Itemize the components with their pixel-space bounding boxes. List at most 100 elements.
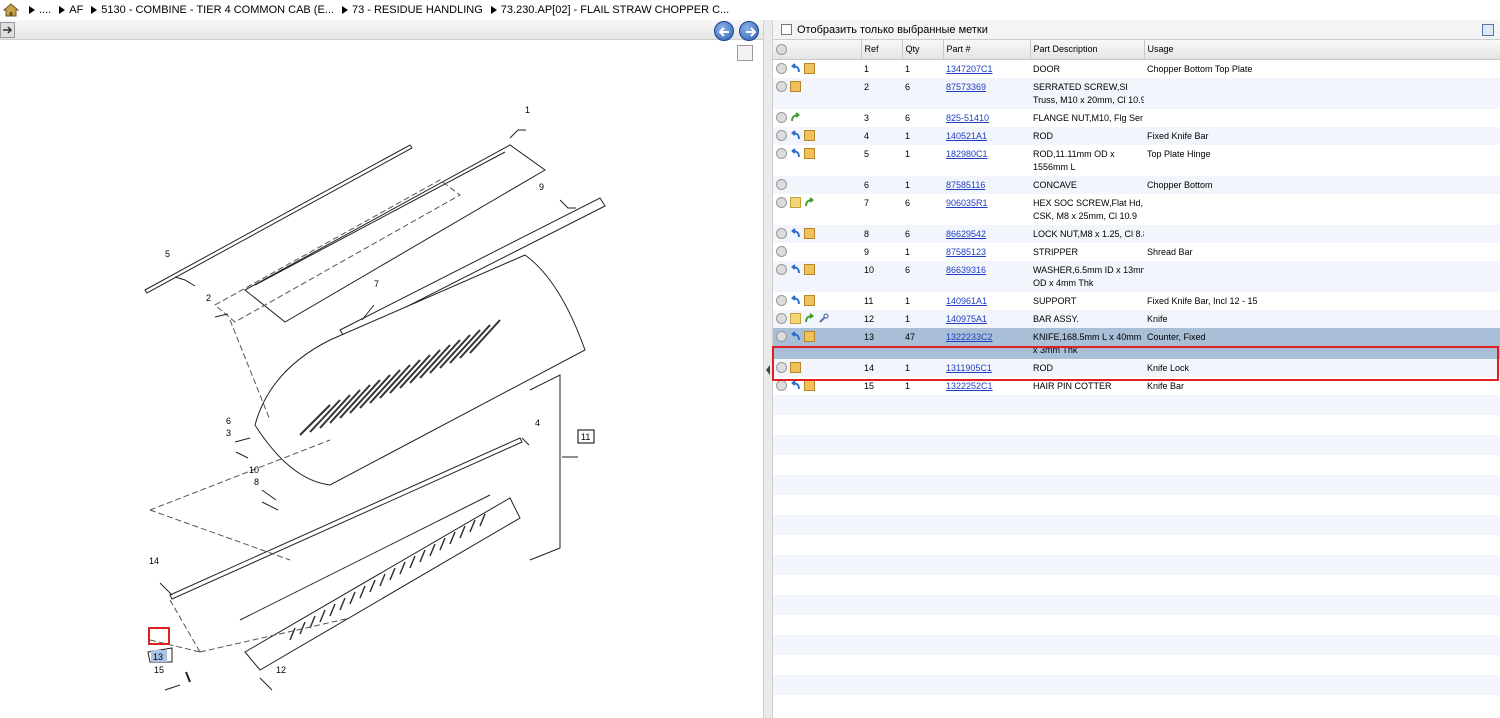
table-row[interactable]: 6 1 87585116 CONCAVE Chopper Bottom [773, 175, 1500, 194]
add-to-cart-icon[interactable] [776, 129, 787, 141]
breadcrumb-item-af[interactable]: AF [59, 4, 83, 16]
replaced-by-icon[interactable] [790, 129, 801, 141]
table-row[interactable]: 8 6 86629542 LOCK NUT,M8 x 1.25, Cl 8.8 [773, 224, 1500, 243]
callout-1[interactable]: 1 [525, 105, 530, 115]
part-number-link[interactable]: 140975A1 [946, 314, 987, 324]
callout-4[interactable]: 4 [535, 418, 540, 428]
add-to-cart-icon[interactable] [776, 379, 787, 391]
package-icon[interactable] [804, 227, 815, 239]
col-header-part[interactable]: Part # [943, 40, 1031, 60]
table-row[interactable]: 15 1 1322252C1 HAIR PIN COTTER Knife Bar [773, 376, 1500, 395]
add-to-cart-icon[interactable] [776, 178, 787, 190]
add-to-cart-icon[interactable] [776, 245, 787, 257]
part-number-link[interactable]: 140521A1 [946, 131, 987, 141]
package-icon[interactable] [804, 379, 815, 391]
table-row[interactable]: 4 1 140521A1 ROD Fixed Knife Bar [773, 126, 1500, 145]
home-icon[interactable] [3, 3, 19, 17]
add-to-cart-icon[interactable] [776, 330, 787, 342]
table-row[interactable]: 13 47 1322233C2 KNIFE,168.5mm L x 40mm W x 3… [773, 327, 1500, 359]
add-to-cart-icon[interactable] [776, 62, 787, 74]
table-row[interactable]: 7 6 906035R1 HEX SOC SCREW,Flat Hd, CSK, M8 … [773, 193, 1500, 225]
package-icon[interactable] [804, 147, 815, 159]
callout-11[interactable]: 11 [581, 432, 590, 442]
table-row[interactable]: 14 1 1311905C1 ROD Knife Lock [773, 358, 1500, 377]
callout-5[interactable]: 5 [165, 249, 170, 259]
package-icon[interactable] [804, 62, 815, 74]
back-button[interactable] [714, 21, 734, 41]
table-row[interactable]: 9 1 87585123 STRIPPER Shread Bar [773, 242, 1500, 261]
part-number-link[interactable]: 87585123 [946, 247, 986, 257]
part-number-link[interactable]: 87573369 [946, 82, 986, 92]
table-row[interactable]: 10 6 86639316 WASHER,6.5mm ID x 13mm OD x 4m… [773, 260, 1500, 292]
folder-icon[interactable] [790, 196, 801, 208]
breadcrumb-item-residue[interactable]: 73 - RESIDUE HANDLING [341, 4, 483, 16]
col-header-usage[interactable]: Usage [1144, 40, 1500, 60]
replaced-by-icon[interactable] [790, 227, 801, 239]
add-to-cart-icon[interactable] [776, 227, 787, 239]
replaces-icon[interactable] [804, 196, 815, 208]
part-number-link[interactable]: 1347207C1 [946, 64, 993, 74]
collapse-arrow-icon[interactable] [765, 363, 771, 377]
forward-button[interactable] [739, 21, 759, 41]
replaced-by-icon[interactable] [790, 294, 801, 306]
callout-9[interactable]: 9 [539, 182, 544, 192]
part-number-link[interactable]: 1311905C1 [946, 363, 992, 373]
col-header-ref[interactable]: Ref [861, 40, 903, 60]
table-row[interactable]: 5 1 182980C1 ROD,11.11mm OD x 1556mm L Top Pl… [773, 144, 1500, 176]
col-header-qty[interactable]: Qty [902, 40, 944, 60]
package-icon[interactable] [804, 294, 815, 306]
table-row[interactable]: 2 6 87573369 SERRATED SCREW,SI Truss, M10 x … [773, 77, 1500, 109]
part-number-link[interactable]: 906035R1 [946, 198, 988, 208]
part-number-link[interactable]: 86629542 [946, 229, 986, 239]
add-to-cart-icon[interactable] [776, 361, 787, 373]
add-to-cart-icon[interactable] [776, 294, 787, 306]
package-icon[interactable] [790, 361, 801, 373]
folder-icon[interactable] [790, 312, 801, 324]
breadcrumb-item-combine[interactable]: 5130 - COMBINE - TIER 4 COMMON CAB (E... [91, 4, 334, 16]
package-icon[interactable] [804, 330, 815, 342]
callout-2[interactable]: 2 [206, 293, 211, 303]
replaced-by-icon[interactable] [790, 330, 801, 342]
part-number-link[interactable]: 1322233C2 [946, 332, 993, 342]
replaced-by-icon[interactable] [790, 379, 801, 391]
callout-7[interactable]: 7 [374, 279, 379, 289]
callout-14[interactable]: 14 [149, 556, 159, 566]
callout-13[interactable]: 13 [153, 652, 163, 662]
callout-6[interactable]: 6 [226, 416, 231, 426]
callout-3[interactable]: 3 [226, 428, 231, 438]
part-number-link[interactable]: 140961A1 [946, 296, 987, 306]
package-icon[interactable] [804, 129, 815, 141]
table-row[interactable]: 3 6 825-51410 FLANGE NUT,M10, Flg Ser [773, 108, 1500, 127]
table-settings-icon[interactable] [1482, 24, 1494, 36]
callout-15[interactable]: 15 [154, 665, 164, 675]
package-icon[interactable] [804, 263, 815, 275]
col-header-desc[interactable]: Part Description [1030, 40, 1145, 60]
add-to-cart-icon[interactable] [776, 147, 787, 159]
replaces-icon[interactable] [790, 111, 801, 123]
wrench-icon[interactable] [818, 312, 829, 324]
table-row[interactable]: 12 1 140975A1 BAR ASSY. Knife [773, 309, 1500, 328]
package-icon[interactable] [790, 80, 801, 92]
add-to-cart-icon[interactable] [776, 111, 787, 123]
callout-10[interactable]: 10 [249, 465, 259, 475]
breadcrumb-item-chopper[interactable]: 73.230.AP[02] - FLAIL STRAW CHOPPER C... [490, 4, 729, 16]
add-to-cart-icon[interactable] [776, 263, 787, 275]
replaced-by-icon[interactable] [790, 62, 801, 74]
replaced-by-icon[interactable] [790, 263, 801, 275]
part-number-link[interactable]: 87585116 [946, 180, 985, 190]
table-row[interactable]: 1 1 1347207C1 DOOR Chopper Bottom Top Plate [773, 59, 1500, 78]
part-number-link[interactable]: 1322252C1 [946, 381, 993, 391]
replaces-icon[interactable] [804, 312, 815, 324]
show-selected-only-checkbox[interactable] [781, 24, 792, 35]
add-to-cart-icon[interactable] [776, 312, 787, 324]
callout-8[interactable]: 8 [254, 477, 259, 487]
breadcrumb-item-root[interactable]: .... [29, 4, 51, 16]
callout-12[interactable]: 12 [276, 665, 286, 675]
add-to-cart-icon[interactable] [776, 196, 787, 208]
part-number-link[interactable]: 182980C1 [946, 149, 988, 159]
add-to-cart-icon[interactable] [776, 80, 787, 92]
replaced-by-icon[interactable] [790, 147, 801, 159]
part-number-link[interactable]: 825-51410 [946, 113, 989, 123]
part-number-link[interactable]: 86639316 [946, 265, 986, 275]
add-all-icon[interactable] [776, 43, 787, 55]
